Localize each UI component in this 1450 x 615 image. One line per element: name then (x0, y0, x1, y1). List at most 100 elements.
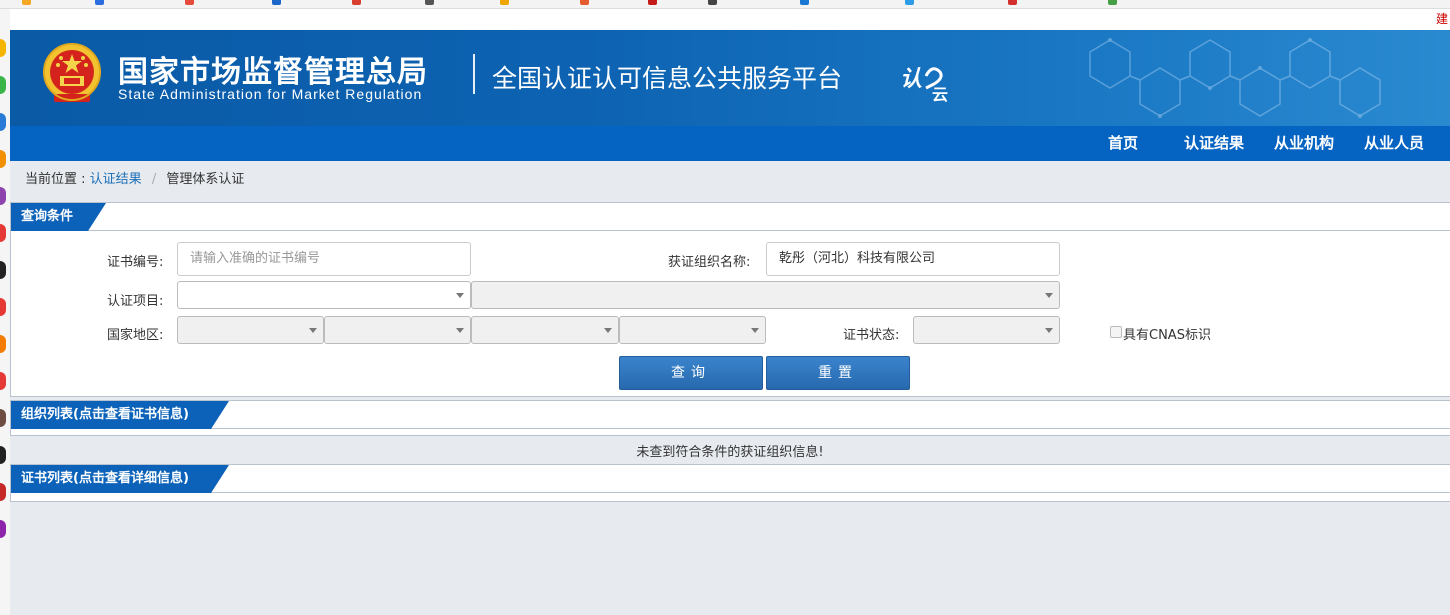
side-app-icon[interactable] (0, 483, 6, 501)
svg-text:云: 云 (932, 85, 948, 102)
bookmark-item[interactable] (1008, 0, 1020, 6)
bookmark-favicon-icon (905, 0, 914, 5)
nav-home[interactable]: 首页 (1108, 126, 1138, 161)
search-button[interactable]: 查询 (619, 356, 763, 390)
bookmark-favicon-icon (1008, 0, 1017, 5)
side-app-icon[interactable] (0, 150, 6, 168)
bookmark-favicon-icon (185, 0, 194, 5)
cert-no-input[interactable]: 请输入准确的证书编号 (177, 242, 471, 276)
region-select-city[interactable] (471, 316, 619, 344)
side-app-icon[interactable] (0, 187, 6, 205)
agency-title-en: State Administration for Market Regulati… (118, 86, 423, 102)
side-app-icon[interactable] (0, 520, 6, 538)
breadcrumb-link[interactable]: 认证结果 (90, 172, 142, 187)
bookmark-item[interactable] (185, 0, 197, 6)
bookmark-favicon-icon (648, 0, 657, 5)
bookmark-item[interactable] (500, 0, 512, 6)
side-app-icon[interactable] (0, 224, 6, 242)
side-app-icon[interactable] (0, 261, 6, 279)
side-app-icon[interactable] (0, 372, 6, 390)
bookmark-favicon-icon (708, 0, 717, 5)
cert-no-label: 证书编号: (107, 255, 164, 270)
header-divider (473, 54, 475, 94)
bookmark-favicon-icon (1108, 0, 1117, 5)
region-select-country[interactable] (177, 316, 324, 344)
side-app-icon[interactable] (0, 409, 6, 427)
main-nav: 首页 认证结果 从业机构 从业人员 (10, 126, 1450, 161)
chevron-down-icon (456, 328, 464, 333)
platform-title: 全国认证认可信息公共服务平台 (492, 64, 843, 93)
chevron-down-icon (456, 293, 464, 298)
bookmark-item[interactable] (352, 0, 364, 6)
bookmark-favicon-icon (272, 0, 281, 5)
side-app-icon[interactable] (0, 335, 6, 353)
side-app-icon[interactable] (0, 446, 6, 464)
nav-agencies[interactable]: 从业机构 (1274, 126, 1334, 161)
cnas-label: 具有CNAS标识 (1123, 328, 1211, 343)
chevron-down-icon (1045, 328, 1053, 333)
nav-cert-results[interactable]: 认证结果 (1184, 126, 1244, 161)
bookmark-favicon-icon (95, 0, 104, 5)
renzheng-cloud-logo: 认 云 (900, 67, 948, 102)
bookmark-item[interactable] (580, 0, 592, 6)
site-banner: 国家市场监督管理总局 State Administration for Mark… (10, 30, 1450, 126)
side-app-icon[interactable] (0, 113, 6, 131)
cert-subproject-select[interactable] (471, 281, 1060, 309)
bookmark-item[interactable] (708, 0, 720, 6)
bookmark-favicon-icon (352, 0, 361, 5)
chevron-down-icon (604, 328, 612, 333)
bookmark-favicon-icon (580, 0, 589, 5)
org-list-panel: 组织列表(点击查看证书信息) (10, 400, 1450, 436)
org-list-empty-message: 未查到符合条件的获证组织信息! (636, 445, 824, 460)
top-link-bar: 建 (10, 9, 1450, 30)
bookmark-item[interactable] (905, 0, 917, 6)
region-select-province[interactable] (324, 316, 471, 344)
breadcrumb-separator: / (151, 172, 157, 187)
breadcrumb-prefix: 当前位置 : (25, 172, 86, 187)
bookmark-item[interactable] (272, 0, 284, 6)
chevron-down-icon (751, 328, 759, 333)
cert-status-select[interactable] (913, 316, 1060, 344)
cert-project-label: 认证项目: (107, 294, 164, 309)
region-label: 国家地区: (107, 328, 164, 343)
bookmark-item[interactable] (95, 0, 107, 6)
nav-personnel[interactable]: 从业人员 (1364, 126, 1424, 161)
org-name-input[interactable]: 乾彤（河北）科技有限公司 (766, 242, 1060, 276)
region-select-district[interactable] (619, 316, 766, 344)
reset-button[interactable]: 重置 (766, 356, 910, 390)
query-panel-header: 查询条件 (11, 203, 1450, 231)
breadcrumb-current: 管理体系认证 (166, 172, 245, 187)
org-list-title: 组织列表(点击查看证书信息) (11, 401, 229, 429)
side-app-icon[interactable] (0, 39, 6, 57)
query-panel-title: 查询条件 (11, 203, 106, 231)
bookmark-favicon-icon (800, 0, 809, 5)
chevron-down-icon (309, 328, 317, 333)
cert-list-panel: 证书列表(点击查看详细信息) (10, 464, 1450, 502)
side-app-icon[interactable] (0, 76, 6, 94)
side-app-icon[interactable] (0, 298, 6, 316)
cert-status-label: 证书状态: (843, 328, 900, 343)
cert-list-header: 证书列表(点击查看详细信息) (11, 465, 1450, 493)
top-link[interactable]: 建 (1436, 12, 1448, 26)
logo-text: 认 (900, 67, 922, 92)
bookmark-favicon-icon (22, 0, 31, 5)
browser-side-strip (0, 9, 10, 615)
org-list-header: 组织列表(点击查看证书信息) (11, 401, 1450, 429)
bookmark-favicon-icon (425, 0, 434, 5)
browser-bookmarks-bar (0, 0, 1450, 9)
bookmark-item[interactable] (648, 0, 660, 6)
cert-project-select[interactable] (177, 281, 471, 309)
page: 建 国家市场监督管理总局 State Administration for Ma… (10, 9, 1450, 615)
bookmark-item[interactable] (800, 0, 812, 6)
chevron-down-icon (1045, 293, 1053, 298)
bookmark-item[interactable] (1108, 0, 1120, 6)
breadcrumb: 当前位置 : 认证结果 / 管理体系认证 (10, 161, 1450, 198)
bookmark-item[interactable] (425, 0, 437, 6)
cnas-checkbox[interactable] (1110, 326, 1122, 338)
bookmark-favicon-icon (500, 0, 509, 5)
bookmark-item[interactable] (22, 0, 34, 6)
national-emblem-icon (43, 43, 101, 102)
cert-list-title: 证书列表(点击查看详细信息) (11, 465, 229, 493)
org-name-label: 获证组织名称: (668, 255, 751, 270)
hexagon-pattern-decoration (1089, 38, 1381, 118)
